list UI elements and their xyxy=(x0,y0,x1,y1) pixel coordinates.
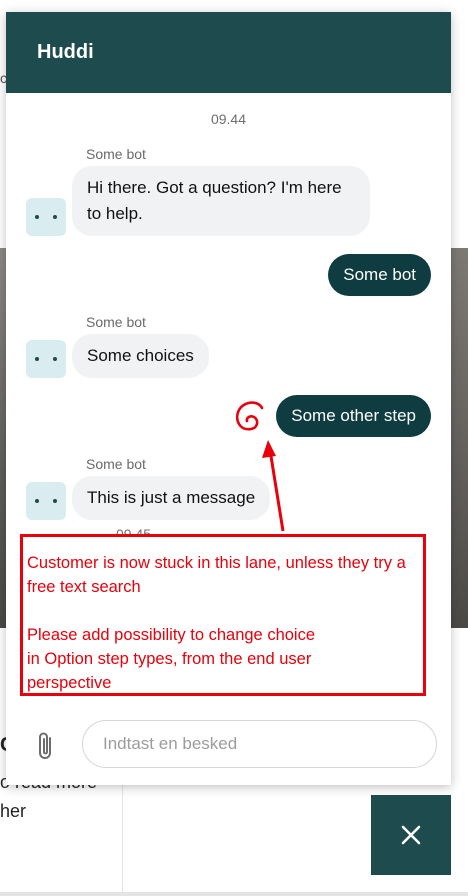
bot-message: Hi there. Got a question? I'm here to he… xyxy=(72,166,370,236)
message-sender: Some bot xyxy=(86,146,146,162)
avatar-eye xyxy=(35,215,39,219)
avatar-eye xyxy=(35,357,39,361)
bot-message: This is just a message xyxy=(72,476,271,520)
message-timestamp: 09.44 xyxy=(210,111,247,127)
bot-avatar xyxy=(26,198,66,236)
message-input[interactable] xyxy=(82,720,437,768)
background-text-fragment: her xyxy=(0,801,27,821)
close-chat-button[interactable] xyxy=(371,795,451,875)
bot-avatar xyxy=(26,482,66,520)
paperclip-icon[interactable] xyxy=(34,730,58,762)
chat-header: Huddi xyxy=(6,12,451,93)
bot-avatar xyxy=(26,340,66,378)
message-sender: Some bot xyxy=(86,456,146,472)
background-footer-line xyxy=(0,892,468,896)
message-sender: Some bot xyxy=(86,314,146,330)
composer xyxy=(6,718,451,774)
avatar-eye xyxy=(53,215,57,219)
chat-title: Huddi xyxy=(37,41,94,63)
user-message: Some bot xyxy=(328,254,431,296)
bot-message: Some choices xyxy=(72,334,209,378)
close-icon xyxy=(401,825,421,845)
background-photo-right xyxy=(450,248,468,628)
user-message: Some other step xyxy=(276,395,431,437)
avatar-eye xyxy=(53,357,57,361)
avatar-eye xyxy=(35,499,39,503)
annotation-box: Customer is now stuck in this lane, unle… xyxy=(20,534,426,696)
avatar-eye xyxy=(53,499,57,503)
